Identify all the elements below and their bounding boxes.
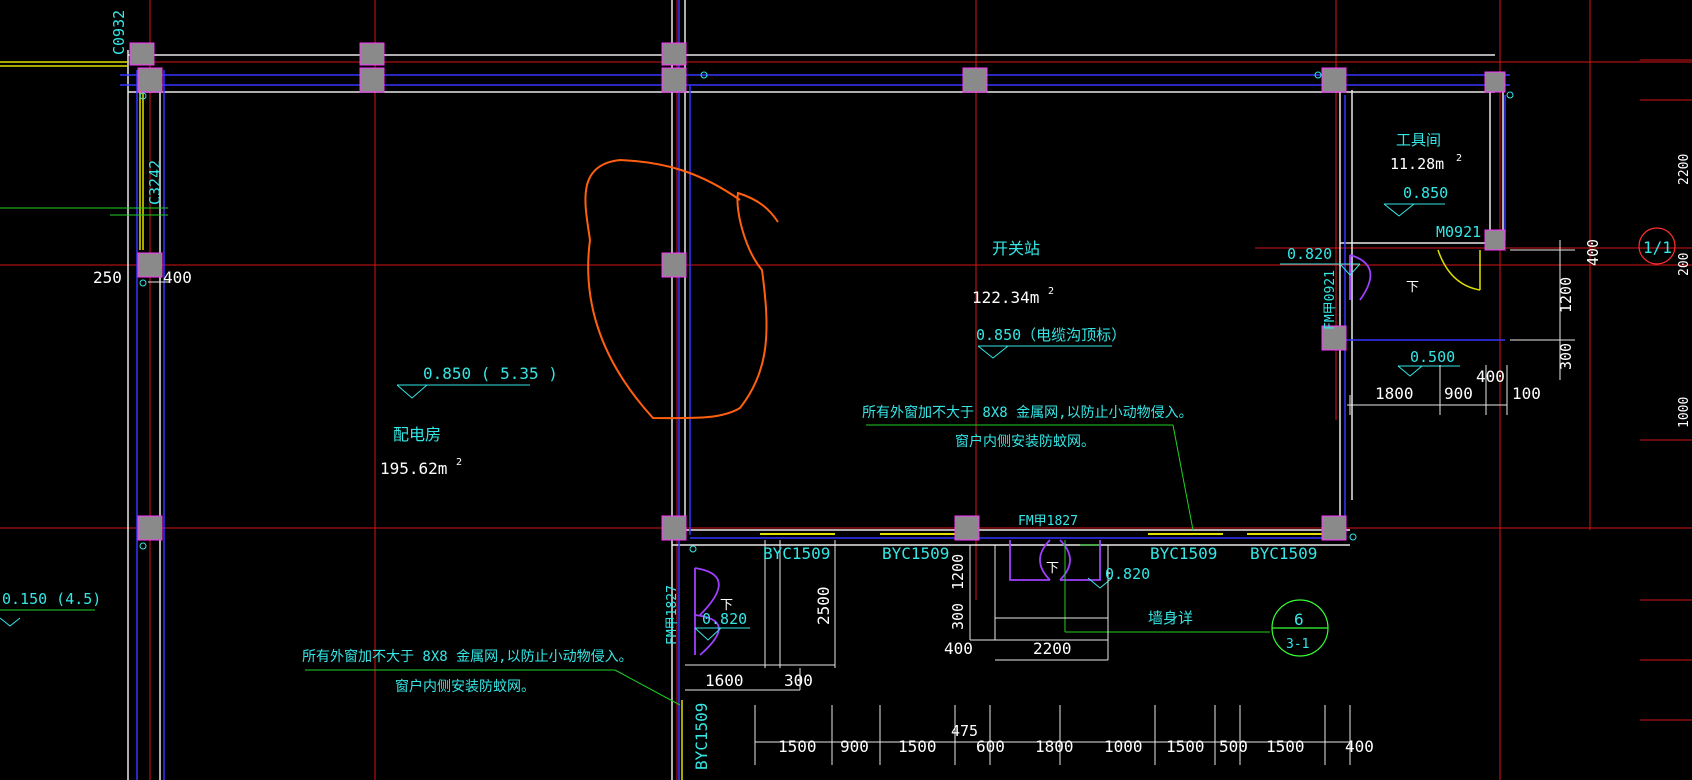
dim-1600: 1600	[705, 671, 744, 690]
window-label-c3242: C3242	[146, 160, 164, 205]
door-label-m0921: M0921	[1436, 223, 1481, 241]
dim-right-1: 900	[1444, 384, 1473, 403]
dim-200: 200	[1677, 253, 1692, 276]
down-arrow-label-1: 下	[1406, 280, 1419, 295]
elevation-0500: 0.500	[1410, 348, 1455, 366]
detail-label: 墙身详	[1148, 609, 1193, 627]
axis-grid-lines	[0, 0, 1692, 780]
dim-right-0: 1800	[1375, 384, 1414, 403]
window-label-3: BYC1509	[1150, 544, 1217, 563]
axis-bubble-label: 1/1	[1643, 238, 1672, 257]
room-area-tool: 11.28m	[1390, 155, 1444, 173]
dim-1200-b: 1200	[1557, 277, 1575, 313]
dim-400-d: 400	[1584, 239, 1602, 266]
elevation-0820-a: 0.820	[1287, 245, 1332, 263]
door-swings	[694, 254, 1372, 656]
window-label-1: BYC1509	[763, 544, 830, 563]
detail-number: 6	[1294, 610, 1304, 629]
dim-bottom-4: 1800	[1035, 737, 1074, 756]
down-arrow-label-3: 下	[720, 598, 733, 613]
dim-1200-a: 1200	[949, 554, 967, 590]
cad-drawing-canvas[interactable]: 开关站 122.34m 2 0.850（电缆沟顶标） 配电房 195.62m 2…	[0, 0, 1692, 780]
dim-bottom-6: 1500	[1166, 737, 1205, 756]
dim-right-2: 100	[1512, 384, 1541, 403]
room-name-switch-station: 开关站	[992, 239, 1040, 258]
room-area-switch-station: 122.34m	[972, 288, 1039, 307]
room-elevation-tool: 0.850	[1403, 184, 1448, 202]
orange-markup-circle	[584, 159, 779, 420]
door-label-fm1827-h: FM甲1827	[1018, 514, 1078, 529]
elevation-markers	[0, 203, 1460, 641]
elevation-0820-c: 0.820	[1105, 565, 1150, 583]
room-area-sup-switch-station: 2	[1048, 286, 1054, 297]
note-bottom-line2: 窗户内侧安装防蚊网。	[395, 678, 535, 695]
dim-475: 475	[951, 722, 978, 740]
columns	[129, 42, 1506, 541]
window-label-2: BYC1509	[882, 544, 949, 563]
dimension-lines	[148, 240, 1575, 765]
room-name-distribution: 配电房	[393, 425, 441, 444]
dim-bottom-3: 600	[976, 737, 1005, 756]
dim-400-b: 400	[944, 639, 973, 658]
door-label-fm1827-v: FM甲1827	[665, 585, 680, 645]
dim-400-c: 400	[1476, 367, 1505, 386]
dim-bottom-7: 500	[1219, 737, 1248, 756]
note-top-line2: 窗户内侧安装防蚊网。	[955, 433, 1095, 450]
dim-bottom-2: 1500	[898, 737, 937, 756]
connection-points	[139, 71, 1514, 553]
room-area-distribution: 195.62m	[380, 459, 447, 478]
dim-2200: 2200	[1033, 639, 1072, 658]
dim-300-a: 300	[784, 671, 813, 690]
dim-bottom-1: 900	[840, 737, 869, 756]
elevation-0150: 0.150 (4.5)	[2, 590, 101, 608]
door-label-fm0921: FM甲0921	[1323, 270, 1338, 330]
window-label-4: BYC1509	[1250, 544, 1317, 563]
dim-2500: 2500	[814, 586, 833, 625]
dim-300-b: 300	[949, 603, 967, 630]
dim-400-left: 400	[163, 268, 192, 287]
dim-bottom-8: 1500	[1266, 737, 1305, 756]
tool-room-door	[1437, 249, 1481, 291]
dim-1000-edge: 1000	[1677, 397, 1692, 428]
room-area-sup-tool: 2	[1456, 153, 1462, 164]
down-arrow-label-2: 下	[1046, 561, 1059, 576]
room-area-sup-distribution: 2	[456, 457, 462, 468]
dim-250: 250	[93, 268, 122, 287]
left-window-strip	[0, 61, 683, 780]
dim-bottom-9: 400	[1345, 737, 1374, 756]
detail-sheet: 3-1	[1286, 637, 1309, 652]
room-name-tool: 工具间	[1396, 131, 1441, 149]
note-top-line1: 所有外窗加不大于 8X8 金属网,以防止小动物侵入。	[862, 404, 1193, 421]
dim-2200-edge: 2200	[1677, 154, 1692, 185]
note-bottom-line1: 所有外窗加不大于 8X8 金属网,以防止小动物侵入。	[302, 648, 633, 665]
room-elevation-distribution: 0.850 ( 5.35 )	[423, 364, 558, 383]
dim-bottom-5: 1000	[1104, 737, 1143, 756]
dim-300-c: 300	[1557, 343, 1575, 370]
window-label-c0932: C0932	[110, 10, 128, 55]
dim-bottom-0: 1500	[778, 737, 817, 756]
room-elevation-switch-station: 0.850（电缆沟顶标）	[976, 326, 1126, 344]
window-label-5: BYC1509	[692, 703, 711, 770]
